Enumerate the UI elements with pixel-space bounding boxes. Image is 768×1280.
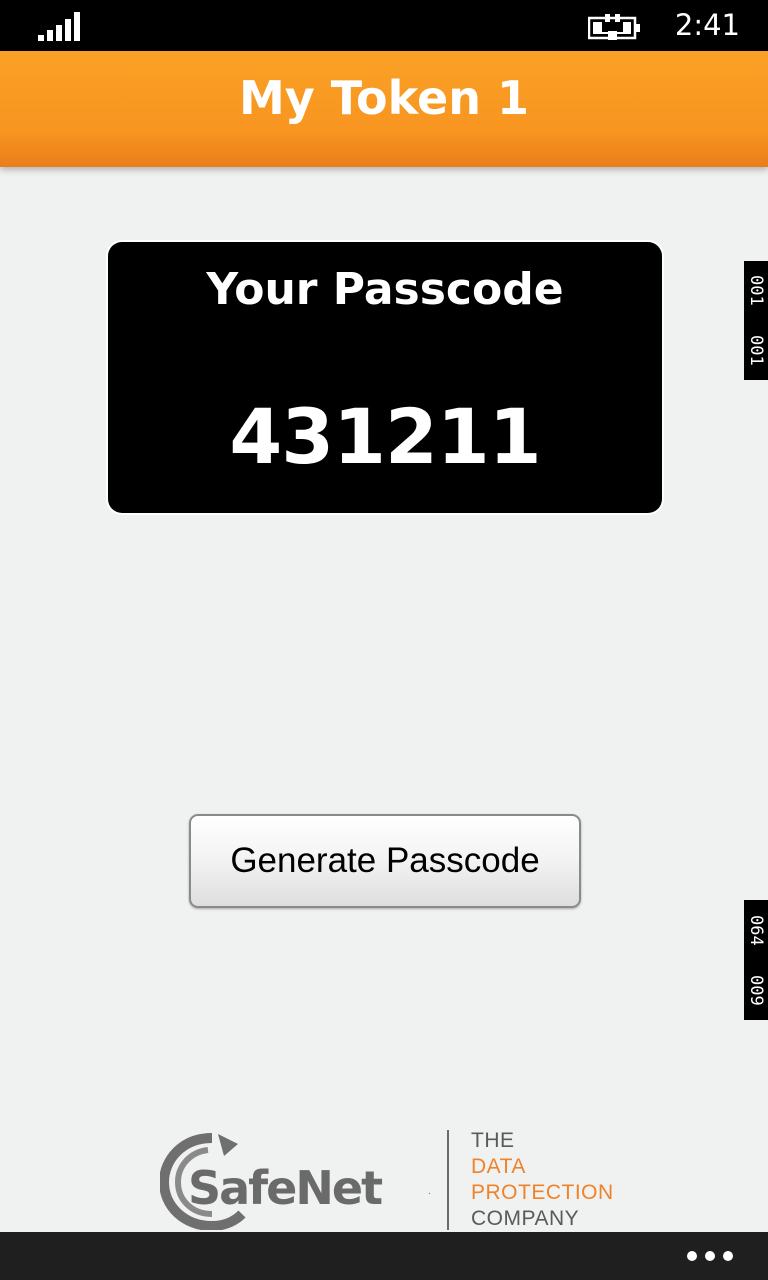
title-bar: My Token 1 bbox=[0, 51, 768, 167]
signal-strength-icon bbox=[38, 12, 80, 41]
logo-tagline: THE DATA PROTECTION COMPANY bbox=[471, 1128, 614, 1232]
tagline-line-2: DATA bbox=[471, 1155, 526, 1178]
svg-text:.: . bbox=[428, 1187, 431, 1197]
tagline-line-3: PROTECTION bbox=[471, 1181, 614, 1204]
svg-text:SafeNet: SafeNet bbox=[188, 1161, 382, 1215]
side-tag-top: 001 001 bbox=[744, 261, 768, 380]
page-title: My Token 1 bbox=[239, 71, 529, 125]
tagline-line-1: THE bbox=[471, 1129, 515, 1152]
safenet-logo: SafeNet . THE DATA PROTECTION COMPANY bbox=[160, 1128, 620, 1232]
side-tag-bottom-line-1: 064 bbox=[746, 914, 766, 946]
ellipsis-dot bbox=[723, 1251, 733, 1261]
ellipsis-dot bbox=[687, 1251, 697, 1261]
passcode-value: 431211 bbox=[229, 392, 541, 481]
side-tag-top-line-1: 001 bbox=[746, 275, 766, 307]
battery-charging-icon bbox=[588, 14, 640, 40]
tagline-line-4: COMPANY bbox=[471, 1207, 580, 1230]
status-bar: 2:41 bbox=[0, 0, 768, 51]
ellipsis-dot bbox=[705, 1251, 715, 1261]
ellipsis-icon[interactable] bbox=[680, 1238, 740, 1274]
generate-passcode-button[interactable]: Generate Passcode bbox=[189, 814, 581, 908]
clock: 2:41 bbox=[674, 8, 740, 42]
side-tag-bottom: 064 009 bbox=[744, 900, 768, 1020]
logo-divider bbox=[447, 1130, 449, 1230]
side-tag-bottom-line-2: 009 bbox=[746, 974, 766, 1006]
passcode-card: Your Passcode 431211 bbox=[108, 242, 662, 513]
passcode-heading: Your Passcode bbox=[206, 264, 564, 315]
app-bar bbox=[0, 1232, 768, 1280]
safenet-logo-mark: SafeNet . bbox=[160, 1133, 431, 1230]
side-tag-top-line-2: 001 bbox=[746, 334, 766, 366]
